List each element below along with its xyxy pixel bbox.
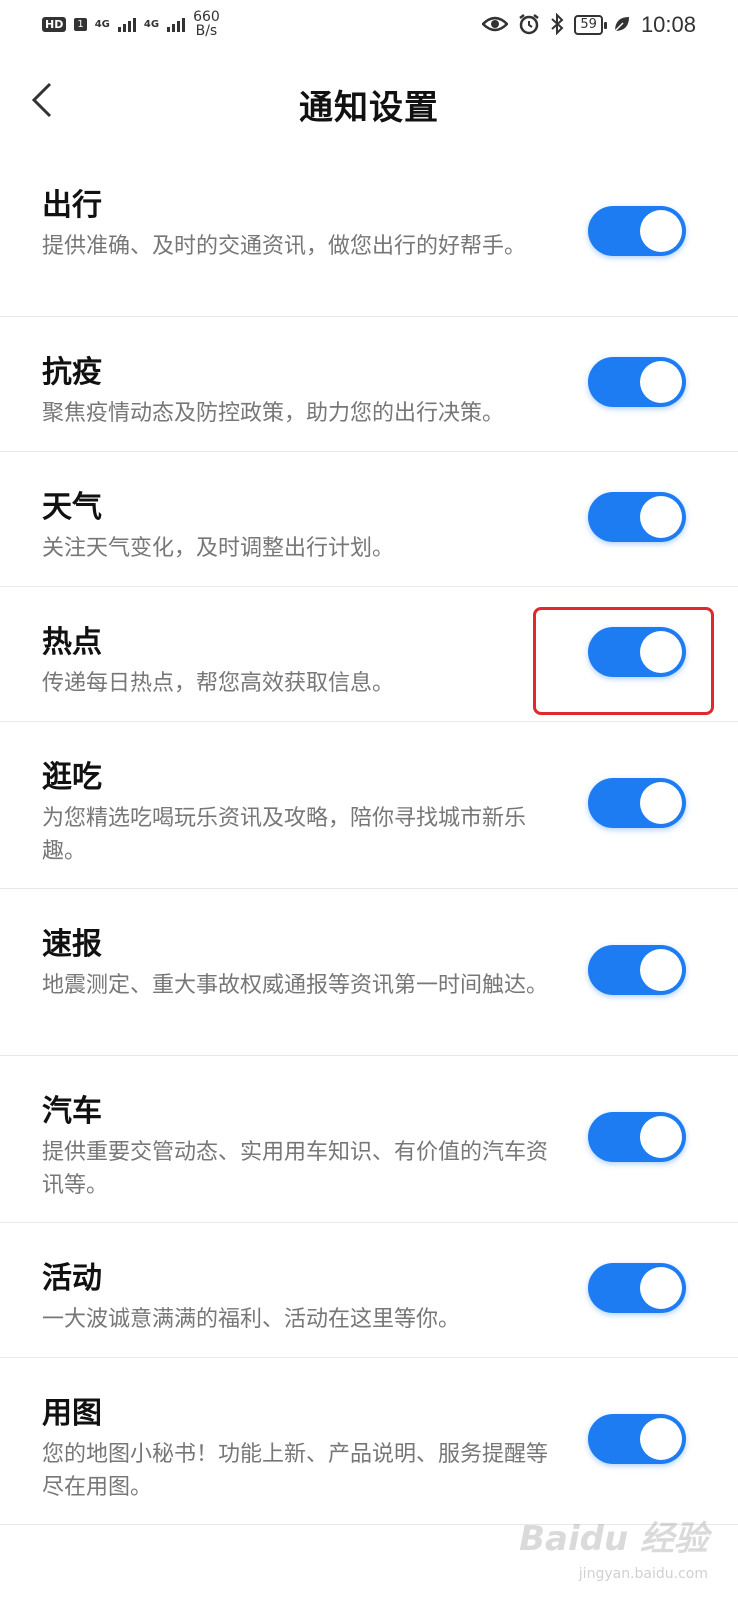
status-left: HD 1 4G 4G 660 B/s [42, 10, 220, 38]
setting-row-bulletin: 速报 地震测定、重大事故权威通报等资讯第一时间触达。 [0, 889, 738, 1056]
page-title: 通知设置 [299, 88, 439, 128]
toggle-map-tips[interactable] [588, 1414, 686, 1464]
network-type-2: 4G [143, 18, 160, 30]
setting-description: 关注天气变化，及时调整出行计划。 [42, 536, 395, 561]
setting-title: 热点 [42, 625, 102, 660]
battery-icon: 59 [574, 15, 607, 35]
toggle-knob [640, 361, 682, 403]
toggle-knob [640, 1116, 682, 1158]
setting-title: 出行 [42, 188, 102, 223]
setting-description: 提供重要交管动态、实用用车知识、有价值的汽车资讯等。 [42, 1140, 549, 1198]
toggle-car[interactable] [588, 1112, 686, 1162]
toggle-epidemic[interactable] [588, 357, 686, 407]
alarm-icon [518, 13, 540, 38]
setting-title: 抗疫 [42, 355, 102, 390]
clock: 10:08 [640, 12, 696, 37]
toggle-knob [640, 782, 682, 824]
baidu-watermark: Baidu 经验 [519, 1519, 708, 1559]
signal-icon [117, 16, 136, 32]
toggle-knob [640, 949, 682, 991]
toggle-travel[interactable] [588, 206, 686, 256]
setting-row-map-tips: 用图 您的地图小秘书！功能上新、产品说明、服务提醒等尽在用图。 [0, 1358, 738, 1525]
setting-title: 速报 [42, 927, 102, 962]
highlight-box [533, 607, 714, 715]
network-type-1: 4G [94, 18, 110, 30]
signal-icon-2 [167, 16, 186, 32]
setting-description: 聚焦疫情动态及防控政策，助力您的出行决策。 [42, 401, 505, 426]
setting-row-epidemic: 抗疫 聚焦疫情动态及防控政策，助力您的出行决策。 [0, 317, 738, 452]
toggle-knob [640, 1267, 682, 1309]
setting-row-travel: 出行 提供准确、及时的交通资讯，做您出行的好帮手。 [0, 150, 738, 317]
setting-description: 提供准确、及时的交通资讯，做您出行的好帮手。 [42, 234, 527, 259]
eye-icon [481, 14, 510, 37]
setting-row-weather: 天气 关注天气变化，及时调整出行计划。 [0, 452, 738, 587]
toggle-weather[interactable] [588, 492, 686, 542]
setting-row-car: 汽车 提供重要交管动态、实用用车知识、有价值的汽车资讯等。 [0, 1056, 738, 1223]
setting-title: 逛吃 [42, 760, 102, 795]
toggle-activity[interactable] [588, 1263, 686, 1313]
setting-title: 天气 [42, 490, 102, 525]
setting-row-activity: 活动 一大波诚意满满的福利、活动在这里等你。 [0, 1223, 738, 1358]
hd-badge: HD [42, 16, 67, 32]
notification-settings-list: 出行 提供准确、及时的交通资讯，做您出行的好帮手。 抗疫 聚焦疫情动态及防控政策… [0, 150, 738, 1525]
toggle-knob [640, 1418, 682, 1460]
status-bar: HD 1 4G 4G 660 B/s 59 10:08 [0, 0, 738, 52]
header: 通知设置 [0, 60, 738, 148]
setting-title: 汽车 [42, 1094, 102, 1129]
toggle-food[interactable] [588, 778, 686, 828]
toggle-knob [640, 210, 682, 252]
setting-description: 为您精选吃喝玩乐资讯及攻略，陪你寻找城市新乐趣。 [42, 806, 527, 864]
status-right: 59 10:08 [481, 12, 696, 38]
watermark-url: jingyan.baidu.com [578, 1566, 708, 1582]
setting-title: 活动 [42, 1261, 102, 1296]
setting-description: 传递每日热点，帮您高效获取信息。 [42, 671, 395, 696]
setting-row-food: 逛吃 为您精选吃喝玩乐资讯及攻略，陪你寻找城市新乐趣。 [0, 722, 738, 889]
setting-description: 您的地图小秘书！功能上新、产品说明、服务提醒等尽在用图。 [42, 1442, 549, 1500]
sim-badge: 1 [74, 17, 87, 31]
network-speed: 660 B/s [193, 9, 220, 39]
bluetooth-icon [550, 12, 564, 38]
setting-description: 一大波诚意满满的福利、活动在这里等你。 [42, 1307, 461, 1332]
setting-description: 地震测定、重大事故权威通报等资讯第一时间触达。 [42, 973, 549, 998]
setting-title: 用图 [42, 1396, 102, 1431]
leaf-icon [613, 15, 631, 36]
toggle-knob [640, 496, 682, 538]
toggle-bulletin[interactable] [588, 945, 686, 995]
